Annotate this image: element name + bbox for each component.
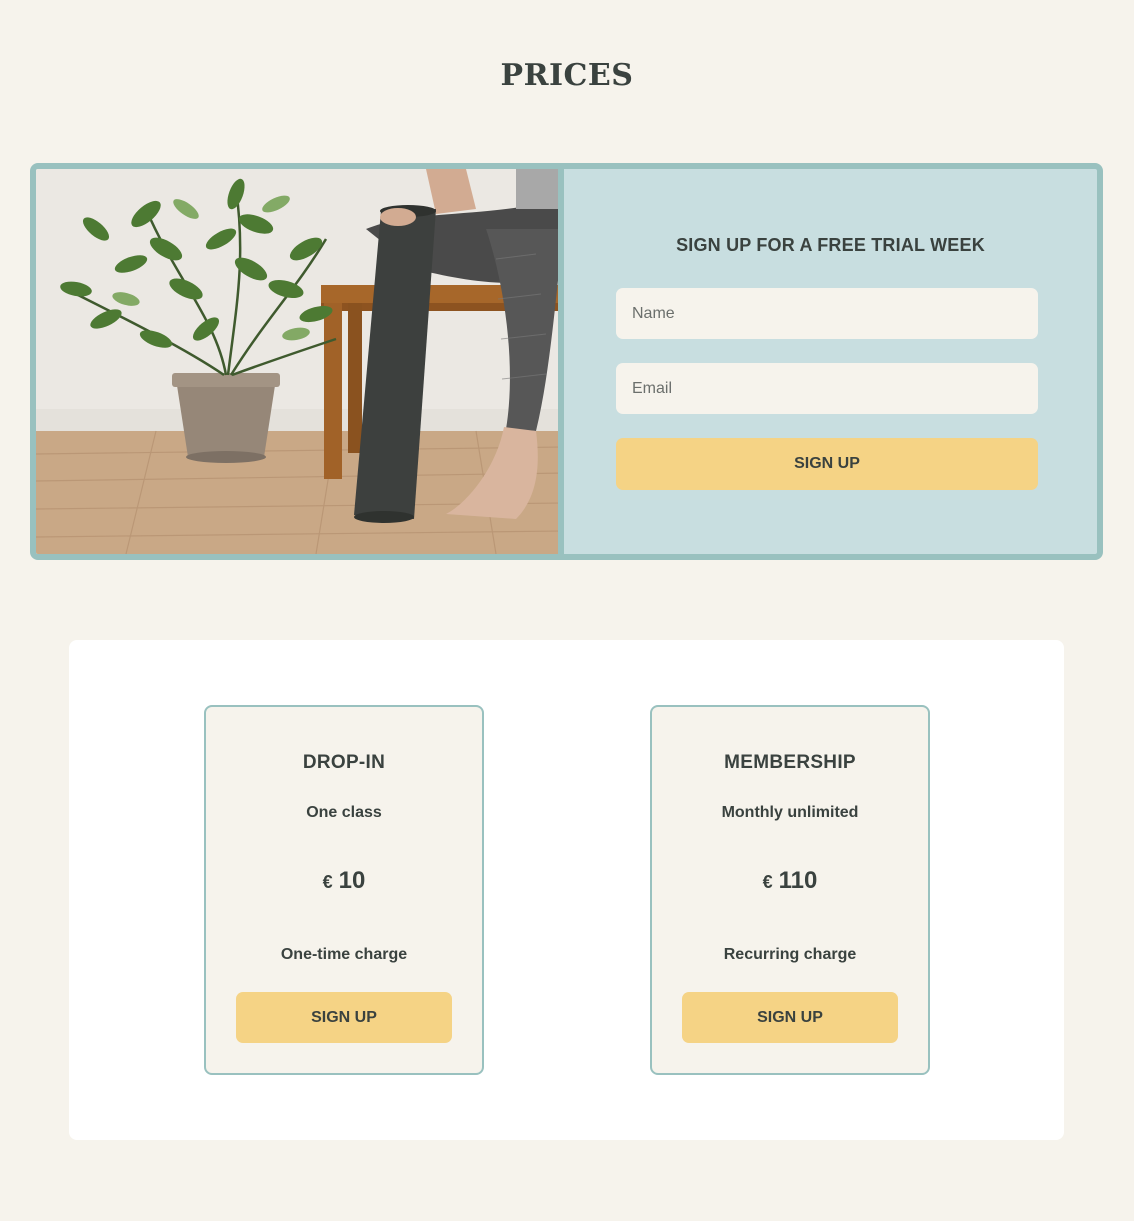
page-title: PRICES [500,58,634,93]
currency-symbol: € [322,872,333,892]
price-amount: 110 [778,867,818,894]
price-amount: 10 [338,867,366,894]
membership-signup-button[interactable]: SIGN UP [682,992,898,1043]
drop-in-signup-button[interactable]: SIGN UP [236,992,452,1043]
trial-signup-button[interactable]: SIGN UP [616,438,1038,490]
currency-symbol: € [762,872,773,892]
plan-name: MEMBERSHIP [724,752,856,773]
plan-subtitle: Monthly unlimited [721,804,859,821]
plan-charge-type: One-time charge [280,946,408,963]
trial-signup-form: SIGN UP FOR A FREE TRIAL WEEK SIGN UP [564,169,1097,554]
yoga-photo [36,169,564,554]
prices-page: PRICES SIGN UP FOR A FREE TRIAL WEEK Nam… [0,0,1134,1221]
plan-card-drop-in: DROP-IN One class €10 One-time charge SI… [204,705,484,1075]
plan-card-membership: MEMBERSHIP Monthly unlimited €110 Recurr… [650,705,930,1075]
plan-subtitle: One class [306,804,382,821]
trial-heading: SIGN UP FOR A FREE TRIAL WEEK [676,235,985,255]
email-input[interactable] [616,363,1038,414]
plan-charge-type: Recurring charge [723,946,857,963]
pricing-section: DROP-IN One class €10 One-time charge SI… [69,640,1064,1140]
plan-name: DROP-IN [302,752,386,773]
name-input[interactable] [616,288,1038,339]
plan-price: €110 [652,867,928,895]
plan-price: €10 [206,867,482,895]
free-trial-section: SIGN UP FOR A FREE TRIAL WEEK SIGN UP [30,163,1103,560]
